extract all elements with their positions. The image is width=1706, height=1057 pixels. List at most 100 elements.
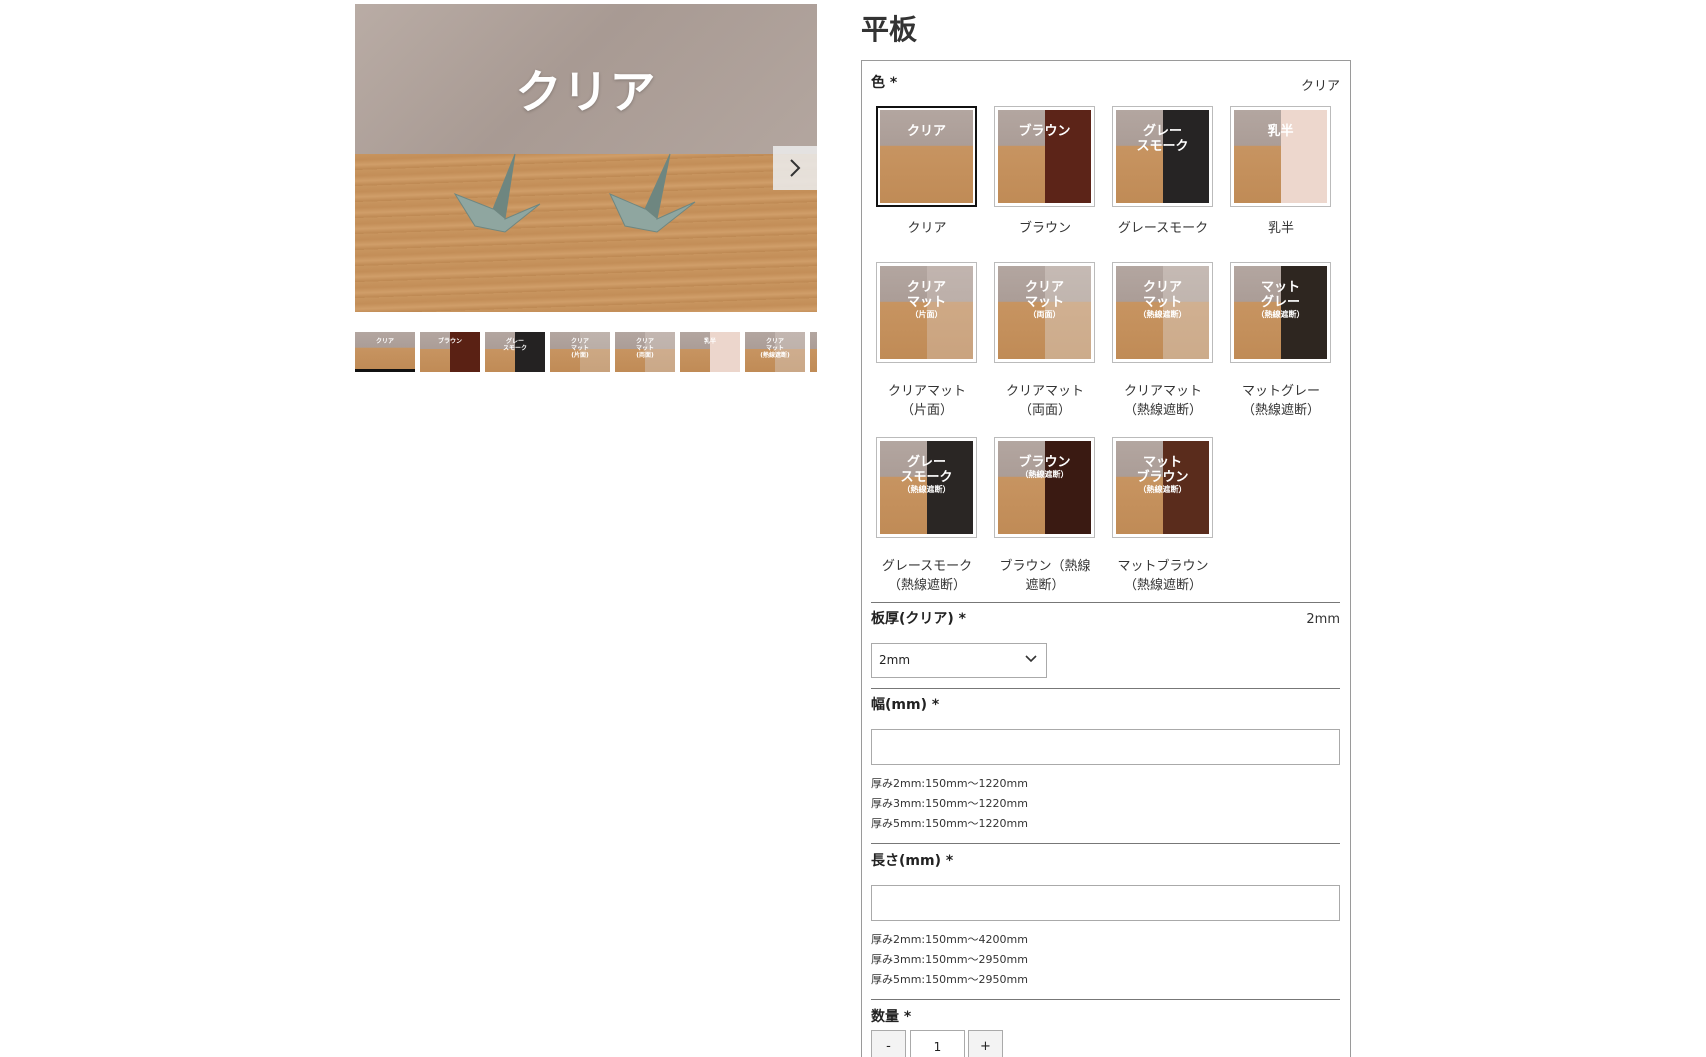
swatch-label-main: 乳半 xyxy=(1267,124,1294,139)
color-swatch[interactable]: グレー スモーク （熱線遮断） xyxy=(876,437,977,538)
color-swatch-caption: 乳半 xyxy=(1267,221,1294,236)
swatch-image: マット ブラウン （熱線遮断） xyxy=(1116,441,1209,534)
gallery-thumbnails: クリア ブラウン グレー スモーク クリア マット (片面) クリア マット (両面) 乳… xyxy=(355,332,817,372)
length-label: 長さ(mm) * xyxy=(871,853,954,869)
color-swatch[interactable]: クリア マット （片面） xyxy=(876,262,977,363)
swatch-label: クリア マット （片面） xyxy=(880,280,973,320)
gallery-thumbnail[interactable]: グレー スモーク xyxy=(485,332,545,372)
swatch-label: グレー スモーク xyxy=(1116,124,1209,154)
width-hint-3mm: 厚み3mm:150mm～1220mm xyxy=(871,797,1028,810)
color-swatch[interactable]: 乳半 xyxy=(1230,106,1331,207)
color-swatch[interactable]: クリア マット （両面） xyxy=(994,262,1095,363)
quantity-increase-button[interactable]: + xyxy=(968,1030,1003,1057)
thickness-label: 板厚(クリア) * xyxy=(871,611,966,627)
swatch-image: クリア マット （両面） xyxy=(998,266,1091,359)
width-input[interactable] xyxy=(871,729,1340,765)
color-swatch-caption: クリア xyxy=(907,221,947,236)
gallery-thumbnail[interactable]: クリア xyxy=(355,332,415,372)
thickness-select-value: 2mm xyxy=(879,653,911,667)
color-swatch[interactable]: ブラウン （熱線遮断） xyxy=(994,437,1095,538)
swatch-image: グレー スモーク xyxy=(1116,110,1209,203)
crane-illustration xyxy=(453,153,696,233)
quantity-decrease-button[interactable]: - xyxy=(871,1030,906,1057)
swatch-label-main: マット ブラウン xyxy=(1136,455,1189,485)
gallery-thumbnail[interactable]: クリア マット (熱線遮断) xyxy=(745,332,805,372)
width-hint-2mm: 厚み2mm:150mm～1220mm xyxy=(871,777,1028,790)
length-hints: 厚み2mm:150mm～4200mm 厚み3mm:150mm～2950mm 厚み… xyxy=(871,930,1028,990)
swatch-label-main: ブラウン xyxy=(1018,455,1071,470)
swatch-label-main: ブラウン xyxy=(1018,124,1071,139)
color-swatch[interactable]: ブラウン xyxy=(994,106,1095,207)
color-swatch-caption: マットグレー （熱線遮断） xyxy=(1241,384,1320,418)
main-image-label: クリア xyxy=(515,65,657,119)
width-hint-5mm: 厚み5mm:150mm～1220mm xyxy=(871,817,1028,830)
color-swatch-caption: マットブラウン （熱線遮断） xyxy=(1117,559,1209,593)
swatch-label-sub: （熱線遮断） xyxy=(1138,485,1187,494)
swatch-image: ブラウン （熱線遮断） xyxy=(998,441,1091,534)
color-swatch-caption: クリアマット （両面） xyxy=(1005,384,1084,418)
swatch-label: クリア マット （両面） xyxy=(998,280,1091,320)
quantity-label: 数量 * xyxy=(871,1009,912,1025)
color-swatch-caption: クリアマット （熱線遮断） xyxy=(1123,384,1202,418)
width-label: 幅(mm) * xyxy=(871,697,940,713)
swatch-label: グレー スモーク （熱線遮断） xyxy=(880,455,973,495)
thickness-selected-value: 2mm xyxy=(1306,612,1340,627)
chevron-right-icon xyxy=(790,159,801,177)
quantity-input[interactable]: 1 xyxy=(910,1030,965,1057)
color-selected-value: クリア xyxy=(1300,79,1340,94)
gallery-thumbnail[interactable]: クリア マット (片面) xyxy=(550,332,610,372)
divider xyxy=(871,602,1340,603)
gallery-thumbnail[interactable]: クリア マット (両面) xyxy=(615,332,675,372)
length-hint-2mm: 厚み2mm:150mm～4200mm xyxy=(871,933,1028,946)
swatch-label-main: クリア xyxy=(906,124,946,139)
color-swatch-caption: クリアマット （片面） xyxy=(887,384,966,418)
width-hints: 厚み2mm:150mm～1220mm 厚み3mm:150mm～1220mm 厚み… xyxy=(871,774,1028,834)
main-product-image: クリア xyxy=(355,4,817,312)
color-swatch-caption: グレースモーク xyxy=(1117,221,1209,236)
swatch-label-main: グレー スモーク xyxy=(1136,124,1189,154)
swatch-label: マット ブラウン （熱線遮断） xyxy=(1116,455,1209,495)
color-swatch[interactable]: マット グレー （熱線遮断） xyxy=(1230,262,1331,363)
color-label: 色 * xyxy=(871,75,898,91)
swatch-image: グレー スモーク （熱線遮断） xyxy=(880,441,973,534)
gallery-thumbnail[interactable]: ブラウン xyxy=(420,332,480,372)
swatch-label-sub: （熱線遮断） xyxy=(902,485,951,494)
swatch-image: クリア マット （熱線遮断） xyxy=(1116,266,1209,359)
swatch-label-main: クリア マット xyxy=(1024,280,1064,310)
swatch-label: ブラウン xyxy=(998,124,1091,139)
color-swatch[interactable]: クリア xyxy=(876,106,977,207)
swatch-label: クリア xyxy=(880,124,973,139)
color-swatch[interactable]: グレー スモーク xyxy=(1112,106,1213,207)
color-swatch[interactable]: マット ブラウン （熱線遮断） xyxy=(1112,437,1213,538)
swatch-label-sub: （片面） xyxy=(910,310,943,319)
swatch-label: 乳半 xyxy=(1234,124,1327,139)
thumbnail-label: クリア マット (片面) xyxy=(570,338,589,359)
thickness-select[interactable]: 2mm xyxy=(871,643,1047,678)
swatch-label-sub: （両面） xyxy=(1028,310,1061,319)
divider xyxy=(871,843,1340,844)
swatch-label-main: クリア マット xyxy=(1142,280,1182,310)
thumbnail-label: クリア マット (熱線遮断) xyxy=(760,338,790,359)
divider xyxy=(871,688,1340,689)
swatch-image: ブラウン xyxy=(998,110,1091,203)
swatch-image: マット グレー （熱線遮断） xyxy=(1234,266,1327,359)
swatch-label-main: グレー スモーク xyxy=(900,455,953,485)
gallery-thumbnail[interactable]: マット グレー xyxy=(810,332,817,372)
color-swatch[interactable]: クリア マット （熱線遮断） xyxy=(1112,262,1213,363)
chevron-down-icon xyxy=(1025,655,1037,663)
thumbnail-label: ブラウン xyxy=(437,338,462,345)
length-hint-5mm: 厚み5mm:150mm～2950mm xyxy=(871,973,1028,986)
gallery-thumbnail[interactable]: 乳半 xyxy=(680,332,740,372)
swatch-label-main: クリア マット xyxy=(906,280,946,310)
swatch-label-sub: （熱線遮断） xyxy=(1020,470,1069,479)
thumbnail-label: マット グレー xyxy=(810,338,817,352)
thumbnail-label: クリア xyxy=(375,338,394,345)
divider xyxy=(871,999,1340,1000)
color-swatch-caption: グレースモーク （熱線遮断） xyxy=(881,559,973,593)
color-swatch-caption: ブラウン（熱線 遮断） xyxy=(999,559,1091,593)
gallery-next-button[interactable] xyxy=(773,146,817,190)
length-hint-3mm: 厚み3mm:150mm～2950mm xyxy=(871,953,1028,966)
length-input[interactable] xyxy=(871,885,1340,921)
page-title: 平板 xyxy=(861,13,918,46)
swatch-label: マット グレー （熱線遮断） xyxy=(1234,280,1327,320)
